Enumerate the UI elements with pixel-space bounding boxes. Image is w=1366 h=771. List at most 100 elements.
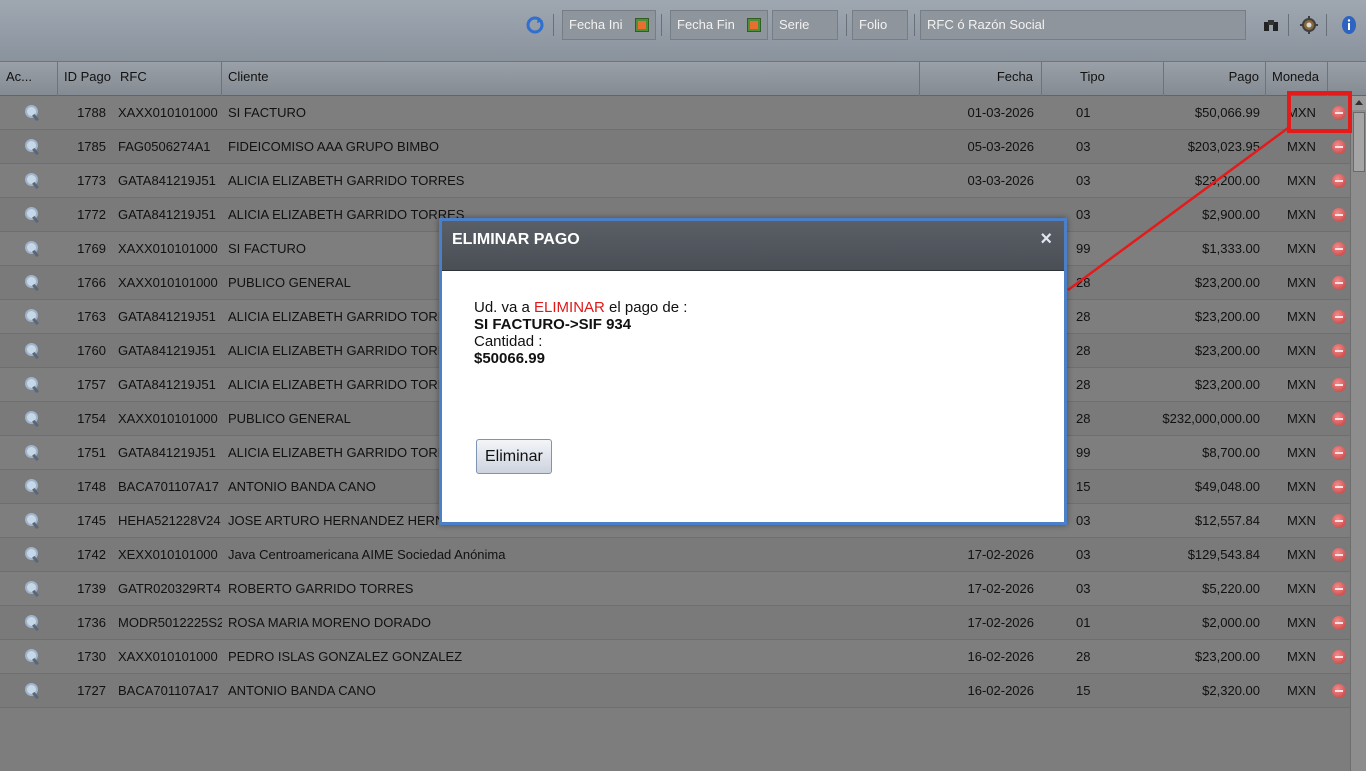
view-details-icon[interactable]: [24, 105, 40, 121]
view-details-icon[interactable]: [24, 241, 40, 257]
view-details-icon[interactable]: [24, 615, 40, 631]
table-cell-cliente: Java Centroamericana AIME Sociedad Anóni…: [228, 547, 506, 562]
col-header-tipo[interactable]: Tipo: [1042, 62, 1164, 96]
table-cell-rfc: GATA841219J51: [118, 343, 216, 358]
table-row[interactable]: 1739 GATR020329RT4 ROBERTO GARRIDO TORRES 1…: [0, 572, 1350, 606]
calendar-icon[interactable]: [635, 18, 649, 32]
view-details-icon[interactable]: [24, 683, 40, 699]
view-details-icon[interactable]: [24, 445, 40, 461]
dialog-line1-prefix: Ud. va a: [474, 299, 535, 316]
table-row[interactable]: 1788 XAXX010101000 SI FACTURO 01-03-2026 01 $…: [0, 96, 1350, 130]
delete-icon[interactable]: [1332, 480, 1346, 494]
table-cell-tipo: 03: [1076, 547, 1091, 562]
dialog-payment-ref: SI FACTURO->SIF 934: [474, 316, 632, 333]
view-details-icon[interactable]: [24, 581, 40, 597]
col-header-fecha[interactable]: Fecha: [920, 62, 1042, 96]
table-cell-moneda: MXN: [1287, 445, 1316, 460]
table-scrollbar[interactable]: [1350, 96, 1366, 771]
info-icon[interactable]: [1336, 12, 1362, 38]
table-cell-moneda: MXN: [1287, 309, 1316, 324]
table-cell-moneda: MXN: [1287, 173, 1316, 188]
col-header-pago[interactable]: Pago: [1164, 62, 1266, 96]
dialog-eliminar-word: ELIMINAR: [534, 299, 605, 316]
scroll-up-arrow[interactable]: [1351, 96, 1366, 110]
fecha-fin-field[interactable]: Fecha Fin: [670, 10, 768, 40]
view-details-icon[interactable]: [24, 479, 40, 495]
table-cell-tipo: 15: [1076, 479, 1091, 494]
table-cell-pago: $23,200.00: [1194, 649, 1260, 664]
table-cell-tipo: 03: [1076, 581, 1091, 596]
col-header-id-pago[interactable]: ID Pago: [58, 62, 116, 96]
fecha-ini-field[interactable]: Fecha Ini: [562, 10, 656, 40]
serie-field[interactable]: Serie: [772, 10, 838, 40]
view-details-icon[interactable]: [24, 309, 40, 325]
delete-icon[interactable]: [1332, 582, 1346, 596]
close-icon[interactable]: ×: [1040, 228, 1052, 251]
scroll-thumb[interactable]: [1353, 112, 1365, 172]
delete-icon[interactable]: [1332, 344, 1346, 358]
table-row[interactable]: 1727 BACA701107A17 ANTONIO BANDA CANO 16-02…: [0, 674, 1350, 708]
binoculars-icon[interactable]: [1258, 12, 1284, 38]
rfc-search-field[interactable]: RFC ó Razón Social: [920, 10, 1246, 40]
table-cell-id: 1788: [77, 105, 106, 120]
table-cell-rfc: BACA701107A17: [118, 479, 219, 494]
col-header-rfc[interactable]: RFC: [114, 62, 222, 96]
toolbar-separator: [1288, 14, 1289, 36]
view-details-icon[interactable]: [24, 411, 40, 427]
dialog-header: ELIMINAR PAGO ×: [442, 221, 1064, 271]
table-row[interactable]: 1773 GATA841219J51 ALICIA ELIZABETH GARRID…: [0, 164, 1350, 198]
table-cell-pago: $49,048.00: [1194, 479, 1260, 494]
view-details-icon[interactable]: [24, 649, 40, 665]
table-cell-tipo: 28: [1076, 309, 1091, 324]
table-row[interactable]: 1785 FAG0506274A1 FIDEICOMISO AAA GRUPO BI…: [0, 130, 1350, 164]
table-row[interactable]: 1730 XAXX010101000 PEDRO ISLAS GONZALEZ GO…: [0, 640, 1350, 674]
delete-icon[interactable]: [1332, 446, 1346, 460]
table-cell-tipo: 01: [1076, 105, 1091, 120]
view-details-icon[interactable]: [24, 547, 40, 563]
delete-icon[interactable]: [1332, 548, 1346, 562]
view-details-icon[interactable]: [24, 173, 40, 189]
delete-icon[interactable]: [1332, 650, 1346, 664]
delete-icon[interactable]: [1332, 208, 1346, 222]
view-details-icon[interactable]: [24, 207, 40, 223]
calendar-icon[interactable]: [747, 18, 761, 32]
delete-icon[interactable]: [1332, 378, 1346, 392]
table-cell-rfc: GATR020329RT4: [118, 581, 221, 596]
settings-icon[interactable]: [1296, 12, 1322, 38]
table-cell-moneda: MXN: [1287, 377, 1316, 392]
eliminar-pago-dialog: ELIMINAR PAGO × Ud. va a ELIMINAR el pag…: [439, 218, 1067, 525]
table-cell-pago: $8,700.00: [1202, 445, 1260, 460]
table-cell-tipo: 99: [1076, 445, 1091, 460]
delete-icon[interactable]: [1332, 276, 1346, 290]
table-cell-moneda: MXN: [1287, 139, 1316, 154]
view-details-icon[interactable]: [24, 343, 40, 359]
delete-icon[interactable]: [1332, 412, 1346, 426]
table-row[interactable]: 1736 MODR5012225S2 ROSA MARIA MORENO DORAD…: [0, 606, 1350, 640]
delete-icon[interactable]: [1332, 140, 1346, 154]
view-details-icon[interactable]: [24, 513, 40, 529]
toolbar-separator: [553, 14, 554, 36]
table-cell-moneda: MXN: [1287, 207, 1316, 222]
delete-icon[interactable]: [1332, 514, 1346, 528]
delete-icon[interactable]: [1332, 616, 1346, 630]
delete-icon[interactable]: [1332, 310, 1346, 324]
table-cell-cliente: SI FACTURO: [228, 105, 307, 120]
delete-icon[interactable]: [1332, 684, 1346, 698]
table-cell-rfc: GATA841219J51: [118, 377, 216, 392]
table-row[interactable]: 1742 XEXX010101000 Java Centroamericana AI…: [0, 538, 1350, 572]
table-cell-id: 1760: [77, 343, 106, 358]
view-details-icon[interactable]: [24, 139, 40, 155]
eliminar-button[interactable]: Eliminar: [476, 439, 552, 474]
table-cell-pago: $2,000.00: [1202, 615, 1260, 630]
table-cell-id: 1773: [77, 173, 106, 188]
folio-field[interactable]: Folio: [852, 10, 908, 40]
table-cell-tipo: 03: [1076, 513, 1091, 528]
refresh-icon[interactable]: [522, 12, 548, 38]
col-header-cliente[interactable]: Cliente: [222, 62, 920, 96]
delete-icon[interactable]: [1332, 174, 1346, 188]
view-details-icon[interactable]: [24, 275, 40, 291]
delete-icon[interactable]: [1332, 242, 1346, 256]
table-cell-fecha: 03-03-2026: [967, 173, 1035, 188]
col-header-acciones[interactable]: Ac...: [0, 62, 58, 96]
view-details-icon[interactable]: [24, 377, 40, 393]
